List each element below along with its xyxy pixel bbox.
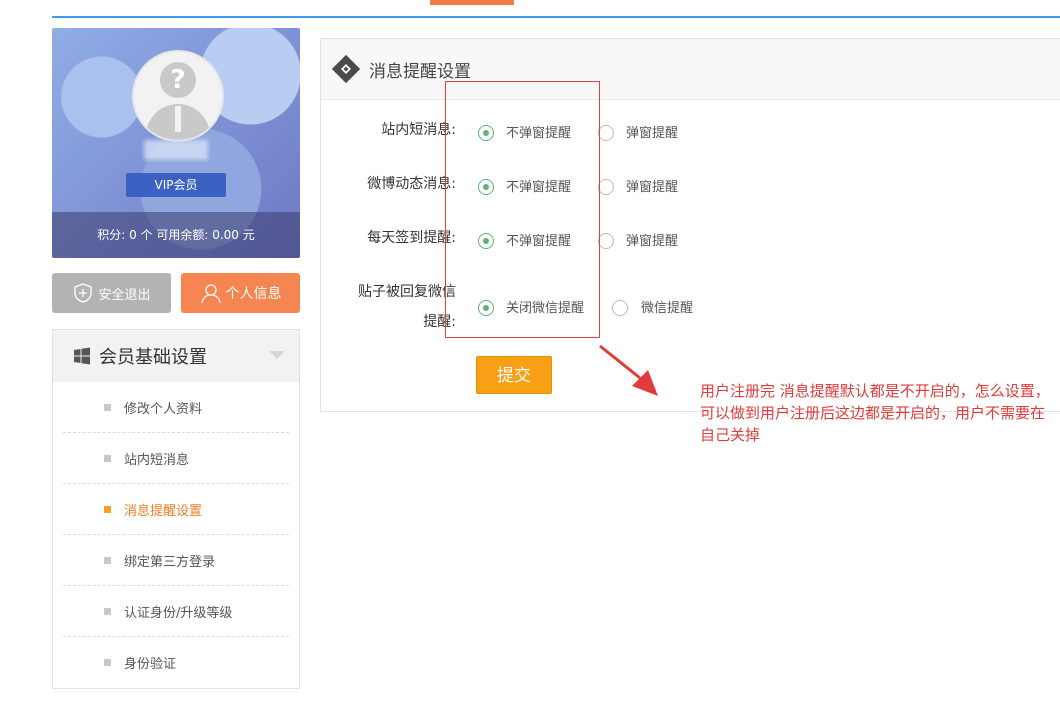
arrow-icon [599,344,658,396]
radio-label[interactable]: 微信提醒 [641,301,693,317]
menu-item-third-party-login[interactable]: 绑定第三方登录 [63,535,289,586]
panel-header: 消息提醒设置 [321,39,1060,100]
diamond-icon [331,54,361,84]
radio-label[interactable]: 弹窗提醒 [626,126,678,142]
menu-item-label: 修改个人资料 [124,401,203,417]
top-divider-line [52,16,1060,18]
shield-icon [74,283,93,303]
logout-button[interactable]: 安全退出 [52,273,171,313]
chevron-down-icon[interactable] [269,351,285,359]
menu-item-verify-upgrade[interactable]: 认证身份/升级等级 [63,586,289,637]
vip-badge: VIP会员 [126,173,226,197]
menu-item-label: 身份验证 [124,656,177,672]
menu-header[interactable]: 会员基础设置 [53,330,299,382]
row-label-weibo-messages: 微博动态消息: [367,176,456,192]
logout-label: 安全退出 [98,287,151,303]
row-label-site-messages: 站内短消息: [381,122,456,138]
question-mark-icon: ? [170,65,186,95]
bullet-icon [104,403,111,411]
annotation-note: 用户注册完 消息提醒默认都是不开启的，怎么设置，可以做到用户注册后这边都是开启的… [700,382,1050,444]
avatar-tie-shape [175,106,181,132]
menu-item-notification-settings[interactable]: 消息提醒设置 [63,484,289,535]
personal-info-button[interactable]: 个人信息 [181,273,300,313]
panel-title: 消息提醒设置 [369,61,471,82]
menu-item-label: 消息提醒设置 [124,503,203,519]
user-icon [200,284,221,304]
bullet-icon [104,505,111,513]
row-label-reply-wechat-line1: 贴子被回复微信 [358,284,456,300]
menu-title: 会员基础设置 [99,347,207,368]
row-label-daily-checkin: 每天签到提醒: [367,230,456,246]
active-tab-indicator [430,0,514,5]
radio-label[interactable]: 弹窗提醒 [626,180,678,196]
menu-item-label: 绑定第三方登录 [124,554,216,570]
menu-item-edit-profile[interactable]: 修改个人资料 [63,382,289,433]
windows-icon [74,347,90,365]
radio-weibo-popup[interactable] [598,179,614,195]
avatar[interactable]: ? [132,50,224,142]
submit-button[interactable]: 提交 [476,356,552,394]
row-label-reply-wechat-line2: 提醒: [423,314,456,330]
bullet-icon [104,454,111,462]
annotation-highlight-box [445,81,600,338]
menu-item-label: 站内短消息 [124,452,190,468]
bullet-icon [104,658,111,666]
radio-wechat-on[interactable] [612,300,628,316]
personal-info-label: 个人信息 [225,286,282,302]
menu-item-site-messages[interactable]: 站内短消息 [63,433,289,484]
bullet-icon [104,607,111,615]
bullet-icon [104,556,111,564]
notification-settings-panel: 消息提醒设置 [320,38,1060,412]
radio-label[interactable]: 弹窗提醒 [626,234,678,250]
member-settings-menu: 会员基础设置 修改个人资料 站内短消息 消息提醒设置 绑定第三方登录 认证身份/… [52,329,300,689]
radio-site-messages-popup[interactable] [598,125,614,141]
menu-item-identity-verification[interactable]: 身份验证 [63,637,289,687]
username-blurred [144,140,208,160]
menu-item-label: 认证身份/升级等级 [124,605,233,621]
radio-checkin-popup[interactable] [598,233,614,249]
points-balance-bar: 积分: 0 个 可用余额: 0.00 元 [52,212,300,258]
profile-card: ? VIP会员 积分: 0 个 可用余额: 0.00 元 [52,28,300,258]
